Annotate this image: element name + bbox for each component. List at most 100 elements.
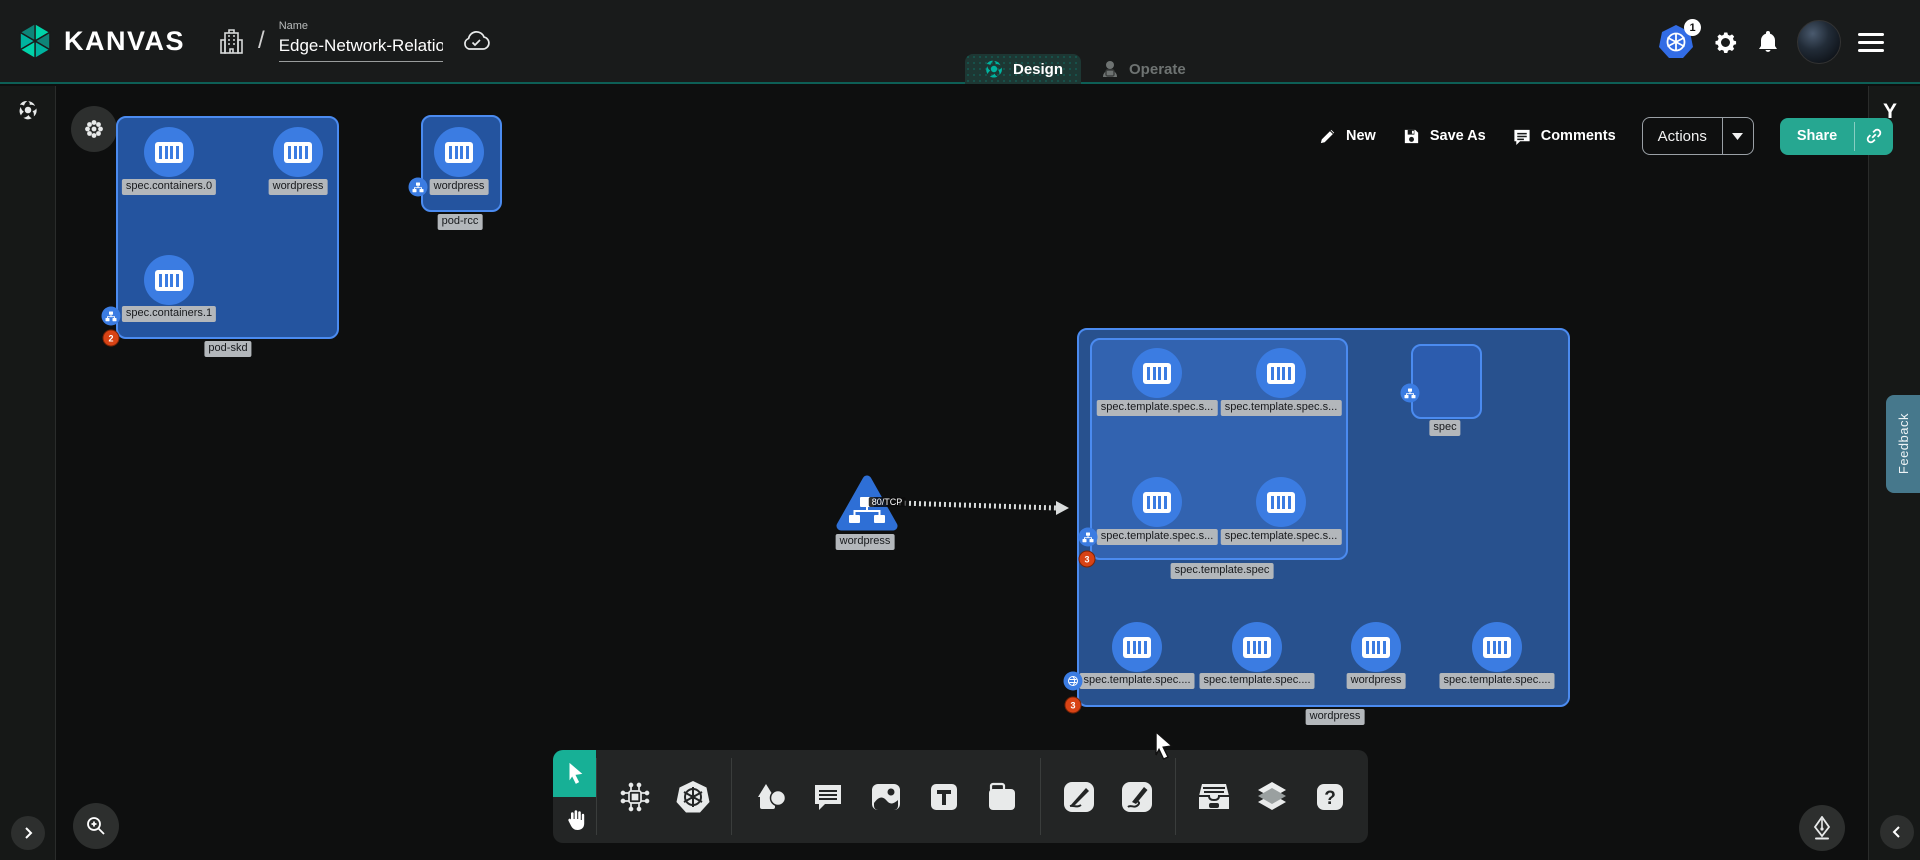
shapes-icon: [752, 780, 788, 814]
expand-panel-right-button[interactable]: [11, 816, 45, 850]
text-tool-button[interactable]: [915, 762, 973, 832]
tab-operate[interactable]: Operate: [1081, 54, 1204, 84]
caret-down-icon: [1732, 133, 1743, 140]
save-floppy-icon: [1402, 127, 1421, 146]
pen-tool-button[interactable]: [1050, 762, 1108, 832]
drawer-tool-button[interactable]: [1185, 762, 1243, 832]
link-icon: [1865, 127, 1883, 145]
zoom-search-button[interactable]: [73, 803, 119, 849]
brand-name: KANVAS: [64, 26, 185, 57]
node-spec[interactable]: [1411, 344, 1482, 419]
node-spec.template.spec....[interactable]: [1232, 622, 1282, 672]
node-label: spec.template.spec....: [1080, 673, 1195, 689]
canvas-toolbar: ?: [553, 750, 1368, 843]
actions-button[interactable]: Actions: [1642, 117, 1754, 155]
edge-label: 80/TCP: [869, 497, 906, 507]
meshery-swirl-icon[interactable]: [16, 98, 40, 122]
wordpress-outer-count-badge: 3: [1065, 697, 1082, 714]
left-rail: [0, 86, 56, 860]
deployment-badge-icon: [1064, 672, 1083, 691]
kubernetes-helm-icon: [674, 778, 712, 816]
actions-caret-button[interactable]: [1723, 118, 1753, 154]
new-button[interactable]: New: [1318, 127, 1376, 146]
help-tool-button[interactable]: ?: [1301, 762, 1359, 832]
actions-label: Actions: [1643, 118, 1722, 154]
pencil-tool-button[interactable]: [1108, 762, 1166, 832]
layers-tool-button[interactable]: [1243, 762, 1301, 832]
settings-gear-icon[interactable]: [1712, 29, 1739, 56]
new-label: New: [1346, 128, 1376, 144]
organization-building-icon[interactable]: [219, 28, 244, 55]
feedback-tab[interactable]: Feedback: [1886, 395, 1920, 493]
pen-icon: [1062, 780, 1096, 814]
node-spec.template.spec....[interactable]: [1112, 622, 1162, 672]
save-as-button[interactable]: Save As: [1402, 127, 1486, 146]
pencil-scribble-icon: [1120, 780, 1154, 814]
design-flower-button[interactable]: [71, 106, 117, 152]
save-as-label: Save As: [1430, 128, 1486, 144]
container-icon: [1123, 637, 1151, 658]
group-spec-template-spec[interactable]: [1090, 338, 1348, 560]
kubernetes-tool-button[interactable]: [664, 762, 722, 832]
node-spec.containers.0[interactable]: [144, 127, 194, 177]
shapes-tool-button[interactable]: [741, 762, 799, 832]
pan-tool-button[interactable]: [553, 797, 596, 844]
node-label: spec.template.spec.s...: [1221, 529, 1342, 545]
node-spec.template.spec.s...[interactable]: [1132, 477, 1182, 527]
node-spec.template.spec.s...[interactable]: [1256, 477, 1306, 527]
share-label: Share: [1780, 118, 1854, 155]
kubernetes-context-icon[interactable]: 1: [1657, 23, 1695, 61]
annotation-tools: [732, 750, 1040, 843]
layers-icon: [1254, 780, 1290, 814]
container-icon: [284, 142, 312, 163]
cloud-saved-icon: [461, 30, 491, 52]
node-label: spec.template.spec.s...: [1097, 529, 1218, 545]
container-icon: [1143, 492, 1171, 513]
comment-tool-button[interactable]: [799, 762, 857, 832]
note-tool-button[interactable]: [973, 762, 1031, 832]
node-label: spec.template.spec....: [1200, 673, 1315, 689]
feedback-label: Feedback: [1896, 413, 1911, 474]
comments-icon: [1512, 127, 1532, 146]
collapse-panel-left-button[interactable]: [1880, 815, 1914, 849]
user-avatar[interactable]: [1797, 20, 1841, 64]
share-button[interactable]: Share: [1780, 118, 1893, 155]
comment-bubble-icon: [811, 781, 845, 813]
tab-design[interactable]: Design: [965, 54, 1081, 84]
node-label: spec.containers.1: [122, 306, 216, 322]
select-tool-button[interactable]: [553, 750, 596, 797]
node-wordpress[interactable]: [273, 127, 323, 177]
node-label: spec.containers.0: [122, 179, 216, 195]
image-tool-button[interactable]: [857, 762, 915, 832]
container-icon: [1267, 492, 1295, 513]
container-icon: [445, 142, 473, 163]
comments-button[interactable]: Comments: [1512, 127, 1616, 146]
kanvas-logo[interactable]: KANVAS: [14, 20, 185, 62]
container-icon: [1143, 363, 1171, 384]
node-spec.template.spec....[interactable]: [1472, 622, 1522, 672]
group-label: pod-skd: [204, 341, 251, 357]
design-name-input[interactable]: [279, 33, 443, 62]
node-label: spec.template.spec.s...: [1221, 400, 1342, 416]
breadcrumb-slash: /: [258, 27, 265, 55]
node-spec.containers.1[interactable]: [144, 255, 194, 305]
node-wordpress[interactable]: [434, 127, 484, 177]
container-icon: [155, 142, 183, 163]
design-swirl-icon: [983, 58, 1005, 80]
notifications-bell-icon[interactable]: [1756, 29, 1780, 55]
copy-link-button[interactable]: [1855, 118, 1893, 155]
node-label: wordpress: [836, 534, 895, 550]
pen-nib-button[interactable]: [1799, 805, 1845, 851]
node-spec.template.spec.s...[interactable]: [1256, 348, 1306, 398]
k8s-context-count-badge: 1: [1684, 19, 1701, 36]
component-tool-button[interactable]: [606, 762, 664, 832]
node-spec.template.spec.s...[interactable]: [1132, 348, 1182, 398]
name-field-label: Name: [279, 20, 443, 33]
note-icon: [985, 781, 1019, 813]
menu-hamburger-icon[interactable]: [1858, 33, 1884, 52]
image-icon: [869, 781, 903, 813]
node-label: wordpress: [1347, 673, 1406, 689]
pod-skd-count-badge: 2: [103, 330, 120, 347]
node-wordpress[interactable]: [1351, 622, 1401, 672]
kanvas-app: KANVAS / Name: [0, 0, 1920, 860]
